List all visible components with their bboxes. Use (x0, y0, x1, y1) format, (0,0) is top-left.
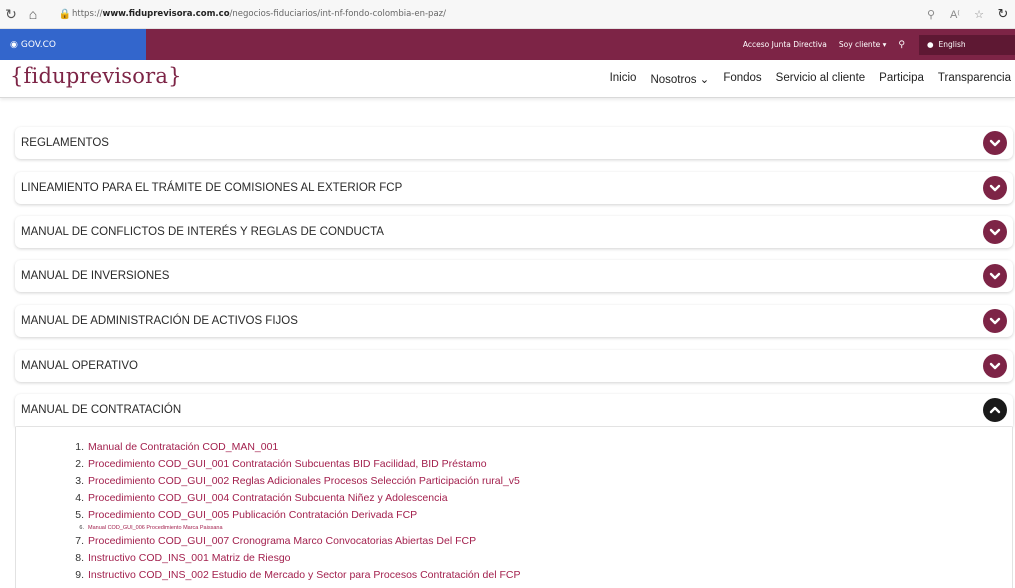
document-link[interactable]: Procedimiento COD_GUI_007 Cronograma Mar… (88, 535, 476, 547)
accordion-title: REGLAMENTOS (21, 137, 109, 149)
accordion-reglamentos[interactable]: REGLAMENTOS (15, 127, 1013, 159)
gov-bar: ◉ GOV.CO Acceso Junta Directiva Soy clie… (0, 29, 1015, 60)
lock-icon: 🔒 (58, 8, 72, 20)
accordion-title: MANUAL DE CONTRATACIÓN (21, 404, 182, 416)
soy-cliente-dropdown[interactable]: Soy cliente ▾ (839, 40, 887, 49)
govco-label: GOV.CO (20, 39, 56, 50)
site-header: {fiduprevisora} Inicio Nosotros ⌄ Fondos… (0, 60, 1015, 98)
reload-icon[interactable]: ↻ (0, 3, 22, 25)
govco-brand[interactable]: ◉ GOV.CO (0, 29, 146, 60)
nav-nosotros[interactable]: Nosotros ⌄ (650, 72, 709, 86)
accordion-lineamiento-comisiones[interactable]: LINEAMIENTO PARA EL TRÁMITE DE COMISIONE… (15, 172, 1013, 204)
nav-transparencia[interactable]: Transparencia (938, 72, 1011, 86)
list-item: 1. Manual de Contratación COD_MAN_001 (75, 440, 279, 453)
list-item: 9. Instructivo COD_INS_002 Estudio de Mer… (75, 568, 521, 581)
accordion-title: MANUAL DE INVERSIONES (21, 270, 170, 282)
chevron-down-icon[interactable] (983, 354, 1007, 378)
list-item: 7. Procedimiento COD_GUI_007 Cronograma M… (75, 534, 477, 547)
document-link[interactable]: Manual de Contratación COD_MAN_001 (88, 441, 278, 453)
document-link[interactable]: Procedimiento COD_GUI_005 Publicación Co… (88, 509, 417, 521)
contratacion-panel: 1. Manual de Contratación COD_MAN_001 2. P… (15, 427, 1013, 588)
url-text: https://www.fiduprevisora.com.co/negocio… (72, 9, 446, 19)
list-item: 8. Instructivo COD_INS_001 Matriz de Ries… (75, 551, 291, 564)
document-link[interactable]: Procedimiento COD_GUI_002 Reglas Adicion… (88, 475, 520, 487)
browser-toolbar: ↻ ⌂ 🔒 https://www.fiduprevisora.com.co/n… (0, 0, 1015, 29)
document-link[interactable]: Instructivo COD_INS_001 Matriz de Riesgo (88, 552, 291, 564)
document-link[interactable]: Procedimiento COD_GUI_001 Contratación S… (88, 458, 487, 470)
list-item: 4. Procedimiento COD_GUI_004 Contratación… (75, 491, 448, 504)
main-nav: Inicio Nosotros ⌄ Fondos Servicio al cli… (596, 72, 1011, 86)
accordion-inversiones[interactable]: MANUAL DE INVERSIONES (15, 260, 1013, 292)
accordion-title: LINEAMIENTO PARA EL TRÁMITE DE COMISIONE… (21, 182, 403, 194)
nav-participa[interactable]: Participa (879, 72, 924, 86)
document-link[interactable]: Manual COD_GUI_006 Procedimiento Marca P… (88, 525, 223, 531)
nav-servicio-cliente[interactable]: Servicio al cliente (776, 72, 865, 86)
nav-fondos[interactable]: Fondos (723, 72, 761, 86)
accordion-title: MANUAL OPERATIVO (21, 360, 138, 372)
accordion-title: MANUAL DE ADMINISTRACIÓN DE ACTIVOS FIJO… (21, 315, 298, 327)
favorite-star-icon[interactable]: ☆ (967, 3, 991, 25)
chevron-down-icon[interactable] (983, 264, 1007, 288)
accordion-activos-fijos[interactable]: MANUAL DE ADMINISTRACIÓN DE ACTIVOS FIJO… (15, 305, 1013, 337)
junta-directiva-link[interactable]: Acceso Junta Directiva (743, 40, 827, 49)
accordion-title: MANUAL DE CONFLICTOS DE INTERÉS Y REGLAS… (21, 226, 384, 238)
accordion-contratacion[interactable]: MANUAL DE CONTRATACIÓN (15, 394, 1013, 426)
list-item: 6. Manual COD_GUI_006 Procedimiento Marca… (79, 524, 223, 531)
search-icon[interactable]: ⚲ (898, 40, 905, 50)
home-icon[interactable]: ⌂ (22, 3, 44, 25)
chevron-down-icon[interactable] (983, 176, 1007, 200)
nav-inicio[interactable]: Inicio (610, 72, 637, 86)
list-item: 5. Procedimiento COD_GUI_005 Publicación … (75, 508, 418, 521)
accordion-manual-operativo[interactable]: MANUAL OPERATIVO (15, 350, 1013, 382)
chevron-down-icon[interactable] (983, 131, 1007, 155)
language-selector[interactable]: ● English (919, 34, 1015, 55)
zoom-icon[interactable]: ⚲ (919, 3, 943, 25)
chevron-down-icon[interactable] (983, 309, 1007, 333)
fiduprevisora-logo[interactable]: {fiduprevisora} (10, 64, 182, 88)
document-link[interactable]: Instructivo COD_INS_002 Estudio de Merca… (88, 569, 520, 581)
globe-icon: ● (927, 40, 934, 49)
govco-logo-icon: ◉ (10, 39, 18, 50)
chevron-up-icon[interactable] (983, 398, 1007, 422)
document-list: 1. Manual de Contratación COD_MAN_001 2. P… (72, 438, 520, 583)
accordion-conflictos-interes[interactable]: MANUAL DE CONFLICTOS DE INTERÉS Y REGLAS… (15, 216, 1013, 248)
document-link[interactable]: Procedimiento COD_GUI_004 Contratación S… (88, 492, 448, 504)
read-aloud-icon[interactable]: A⁽ (943, 3, 967, 25)
list-item: 3. Procedimiento COD_GUI_002 Reglas Adici… (75, 474, 520, 487)
address-bar[interactable]: 🔒 https://www.fiduprevisora.com.co/negoc… (50, 4, 454, 24)
language-label: English (938, 40, 966, 49)
list-item: 2. Procedimiento COD_GUI_001 Contratación… (75, 457, 487, 470)
chevron-down-icon[interactable] (983, 220, 1007, 244)
refresh-page-icon[interactable]: ↻ (991, 3, 1015, 25)
